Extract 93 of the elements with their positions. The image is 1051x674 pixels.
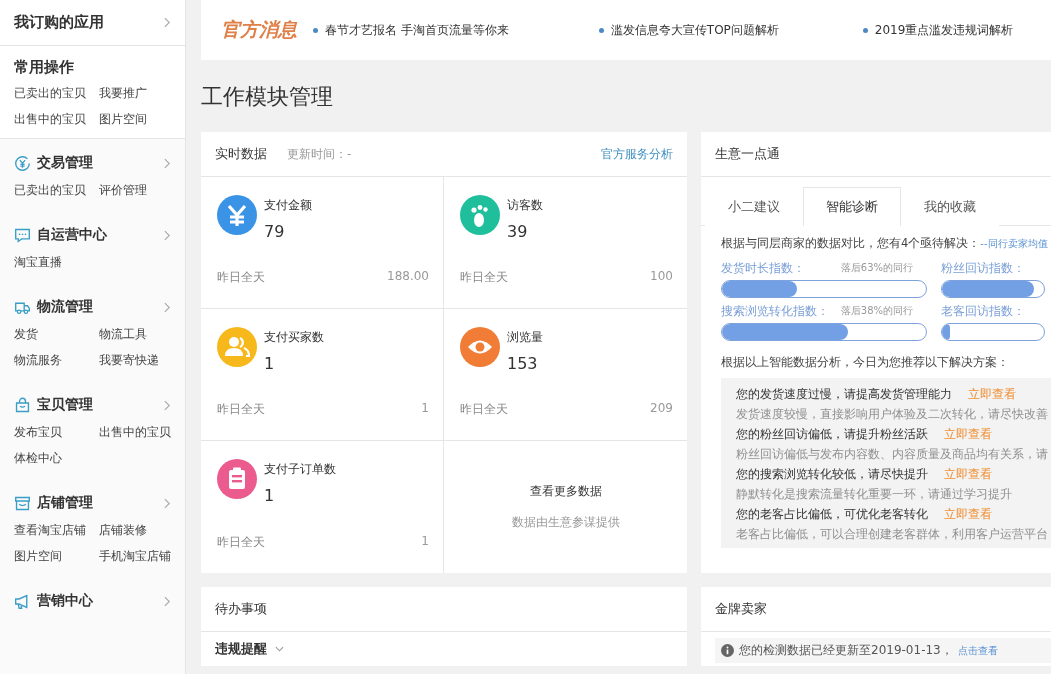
todo-item[interactable]: 违规提醒 (215, 640, 267, 658)
index-label: 老客回访指数： (941, 304, 1025, 319)
chevron-down-icon (275, 646, 284, 652)
chevron-right-icon (164, 157, 171, 169)
metric-value: 39 (507, 222, 529, 241)
section-title: 常用操作 (14, 58, 75, 77)
page-title: 工作模块管理 (201, 83, 334, 111)
solution-title: 您的搜索浏览转化较低，请尽快提升 (736, 467, 928, 481)
notice-text: 您的检测数据已经更新至2019-01-13， (739, 642, 953, 659)
chevron-right-icon (164, 229, 171, 241)
metric-value: 1 (264, 486, 276, 505)
sidebar-link[interactable]: 发布宝贝 (14, 424, 99, 441)
index-label: 粉丝回访指数： (941, 261, 1025, 276)
sidebar-link[interactable]: 发货 (14, 326, 99, 343)
recommend-title: 根据以上智能数据分析，今日为您推荐以下解决方案： (721, 355, 1010, 370)
metric-label: 支付金额 (264, 197, 312, 214)
bullet-icon (313, 27, 318, 33)
metric-value: 79 (264, 222, 286, 241)
bullet-icon (862, 27, 868, 33)
info-icon (721, 644, 734, 657)
solution-description: 老客占比偏低，可以合理创建老客群体，利用客户运营平台 (736, 526, 1049, 543)
store-icon (14, 494, 31, 512)
bullet-icon (598, 27, 604, 33)
yesterday-label: 昨日全天 (217, 269, 265, 286)
intro-text: 根据与同层商家的数据对比，您有4个亟待解决： (721, 236, 981, 250)
section-title[interactable]: 自运营中心 (37, 226, 164, 244)
section-title[interactable]: 物流管理 (37, 298, 164, 316)
chevron-right-icon (164, 595, 171, 607)
metric-label: 支付买家数 (264, 329, 324, 346)
solution-description: 发货速度较慢，直接影响用户体验及二次转化，请尽快改善 (736, 406, 1049, 423)
tab[interactable]: 智能诊断 (803, 187, 901, 226)
chat-bubble-icon (14, 226, 31, 244)
sidebar-link[interactable]: 我要寄快递 (99, 352, 171, 369)
solution-description: 静默转化是搜索流量转化重要一环，请通过学习提升 (736, 486, 1013, 503)
index-label: 搜索浏览转化指数： (721, 304, 829, 319)
sidebar-link[interactable]: 评价管理 (99, 182, 171, 199)
yesterday-label: 昨日全天 (460, 269, 508, 286)
metric-value: 153 (507, 354, 539, 373)
metric-label: 支付子订单数 (264, 461, 336, 478)
update-time: 更新时间：- (287, 145, 352, 163)
index-note: 落后63%的同行 (840, 261, 913, 275)
chevron-right-icon (164, 497, 171, 509)
sidebar-link[interactable]: 图片空间 (99, 111, 171, 128)
card-title: 实时数据 (215, 145, 267, 163)
data-source-note: 数据由生意参谋提供 (511, 514, 620, 531)
sidebar-link[interactable]: 手机淘宝店铺 (99, 548, 171, 565)
chevron-right-icon (164, 17, 171, 28)
index-note: 落后38%的同行 (840, 304, 913, 318)
solution-title: 您的发货速度过慢，请提高发货管理能力 (736, 387, 952, 401)
yesterday-label: 昨日全天 (460, 401, 508, 418)
news-link[interactable]: 春节才艺报名 手淘首页流量等你来 (325, 21, 509, 39)
card-title: 金牌卖家 (715, 600, 767, 618)
metric-value: 1 (264, 354, 276, 373)
yesterday-value: 1 (421, 401, 429, 417)
sidebar-link[interactable]: 店铺装修 (99, 522, 171, 539)
solution-title: 您的老客占比偏低，可优化老客转化 (736, 507, 928, 521)
yesterday-value: 188.00 (387, 269, 429, 285)
yesterday-value: 1 (421, 534, 429, 550)
more-data-link[interactable]: 查看更多数据 (529, 483, 602, 500)
yesterday-value: 209 (650, 401, 673, 417)
sidebar-link[interactable]: 出售中的宝贝 (99, 424, 171, 441)
chevron-right-icon (164, 301, 171, 313)
sidebar-link[interactable]: 已卖出的宝贝 (14, 85, 99, 102)
section-title[interactable]: 营销中心 (37, 592, 164, 610)
index-label: 发货时长指数： (721, 261, 805, 276)
sidebar-link[interactable]: 查看淘宝店铺 (14, 522, 99, 539)
card-title: 待办事项 (215, 600, 267, 618)
yen-icon (14, 154, 31, 172)
sidebar-link[interactable]: 物流工具 (99, 326, 171, 343)
sidebar-link[interactable]: 物流服务 (14, 352, 99, 369)
bag-icon (14, 396, 31, 414)
section-title[interactable]: 交易管理 (37, 154, 164, 172)
sidebar-link[interactable]: 出售中的宝贝 (14, 111, 99, 128)
metric-label: 访客数 (507, 197, 543, 214)
sidebar-link[interactable]: 体检中心 (14, 450, 99, 467)
sidebar-link[interactable]: 我要推广 (99, 85, 171, 102)
sidebar-link[interactable]: 已卖出的宝贝 (14, 182, 99, 199)
yesterday-label: 昨日全天 (217, 401, 265, 418)
news-title: 官方消息 (221, 17, 297, 42)
solution-description: 粉丝回访偏低与发布内容数、内容质量及商品均有关系，请 (736, 446, 1049, 463)
solution-title: 您的粉丝回访偏低，请提升粉丝活跃 (736, 427, 928, 441)
yesterday-value: 100 (650, 269, 673, 285)
section-title[interactable]: 店铺管理 (37, 494, 164, 512)
chevron-right-icon (164, 399, 171, 411)
sidebar-link[interactable]: 图片空间 (14, 548, 99, 565)
sidebar-link[interactable]: 淘宝直播 (14, 254, 99, 271)
card-title: 生意一点通 (715, 145, 780, 163)
metric-label: 浏览量 (507, 329, 543, 346)
yesterday-label: 昨日全天 (217, 534, 265, 551)
section-title[interactable]: 宝贝管理 (37, 396, 164, 414)
news-link[interactable]: 滥发信息夸大宣传TOP问题解析 (610, 21, 779, 39)
service-analysis-link[interactable]: 官方服务分析 (601, 145, 673, 163)
news-link[interactable]: 2019重点滥发违规词解析 (874, 21, 1014, 39)
